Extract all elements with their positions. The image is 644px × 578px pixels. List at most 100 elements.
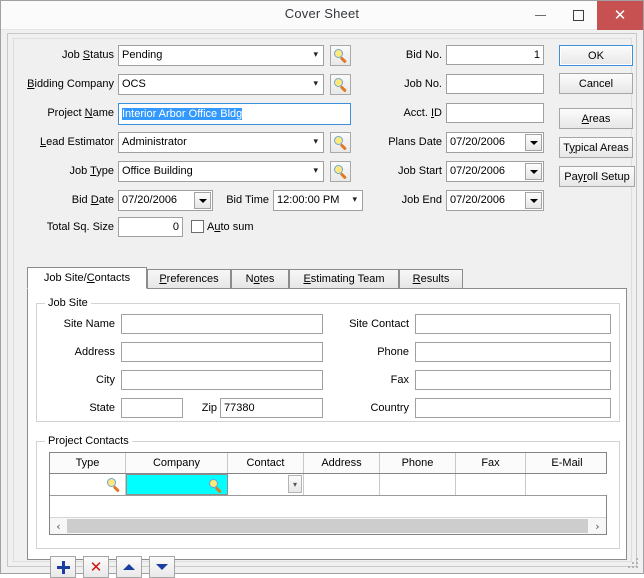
- maximize-button[interactable]: [559, 1, 597, 30]
- tab-estimating-team[interactable]: Estimating Team: [289, 269, 399, 288]
- job-status-lookup-button[interactable]: [330, 45, 351, 66]
- chevron-down-icon[interactable]: ▾: [288, 475, 302, 493]
- close-button[interactable]: ✕: [597, 1, 643, 30]
- job-no-input[interactable]: [446, 74, 544, 94]
- chevron-down-icon: [529, 198, 538, 203]
- total-sq-size-value: 0: [172, 221, 179, 233]
- bidding-company-value: OCS: [122, 78, 146, 90]
- job-status-combo[interactable]: Pending ▾: [118, 45, 324, 66]
- tab-results[interactable]: Results: [399, 269, 463, 288]
- move-row-down-button[interactable]: [149, 556, 175, 578]
- job-start-input[interactable]: 07/20/2006: [446, 161, 544, 182]
- tab-notes-label: Notes: [245, 273, 275, 285]
- tab-job-site-contacts[interactable]: Job Site/Contacts: [27, 267, 147, 289]
- bid-date-label: Bid Date: [71, 194, 114, 206]
- lead-estimator-combo[interactable]: Administrator ▾: [118, 132, 324, 153]
- grid-header-address[interactable]: Address: [304, 453, 380, 473]
- scroll-right-button[interactable]: ›: [589, 518, 606, 534]
- site-name-label: Site Name: [63, 318, 115, 330]
- cancel-button[interactable]: Cancel: [559, 73, 633, 94]
- total-sq-size-input[interactable]: 0: [118, 217, 183, 237]
- grid-cell-type[interactable]: [50, 474, 126, 495]
- grid-header-contact[interactable]: Contact: [228, 453, 304, 473]
- grid-horizontal-scrollbar[interactable]: ‹ ›: [50, 517, 606, 534]
- lead-estimator-lookup-button[interactable]: [330, 132, 351, 153]
- tab-preferences[interactable]: Preferences: [147, 269, 231, 288]
- grid-cell-address[interactable]: [304, 474, 380, 495]
- zip-label: Zip: [201, 402, 217, 414]
- grid-cell-email[interactable]: [526, 474, 608, 495]
- address-label: Address: [74, 346, 115, 358]
- grid-header-phone[interactable]: Phone: [380, 453, 456, 473]
- grid-cell-fax[interactable]: [456, 474, 526, 495]
- lead-estimator-label: Lead Estimator: [40, 136, 114, 148]
- search-icon[interactable]: [209, 479, 223, 494]
- phone-input[interactable]: [415, 342, 611, 362]
- address-input[interactable]: [121, 342, 323, 362]
- job-start-dropdown-button[interactable]: [525, 163, 542, 180]
- grid-cell-phone[interactable]: [380, 474, 456, 495]
- search-icon[interactable]: [107, 478, 121, 493]
- project-name-input[interactable]: Interior Arbor Office Bldg: [118, 103, 351, 125]
- job-start-value: 07/20/2006: [450, 165, 506, 177]
- fax-input[interactable]: [415, 370, 611, 390]
- job-end-input[interactable]: 07/20/2006: [446, 190, 544, 211]
- grid-header-fax[interactable]: Fax: [456, 453, 526, 473]
- move-row-up-button[interactable]: [116, 556, 142, 578]
- grid-header-company[interactable]: Company: [126, 453, 228, 473]
- plans-date-dropdown-button[interactable]: [525, 134, 542, 151]
- tab-notes[interactable]: Notes: [231, 269, 289, 288]
- phone-label: Phone: [377, 346, 409, 358]
- grid-cell-contact[interactable]: ▾: [228, 474, 304, 495]
- bid-date-dropdown-button[interactable]: [194, 192, 211, 209]
- resize-grip[interactable]: [628, 558, 640, 570]
- delete-row-button[interactable]: ✕: [83, 556, 109, 578]
- close-x-icon: ✕: [89, 557, 103, 576]
- grid-cell-company[interactable]: [126, 474, 228, 495]
- project-contacts-group: Project Contacts Type Company Contact Ad…: [36, 435, 620, 549]
- plus-icon: [56, 560, 70, 574]
- add-row-button[interactable]: [50, 556, 76, 578]
- scrollbar-thumb[interactable]: [67, 519, 588, 533]
- job-type-combo[interactable]: Office Building ▾: [118, 161, 324, 182]
- bidding-company-combo[interactable]: OCS ▾: [118, 74, 324, 95]
- areas-button[interactable]: Areas: [559, 108, 633, 129]
- grid-header-type[interactable]: Type: [50, 453, 126, 473]
- bid-time-label: Bid Time: [226, 194, 269, 206]
- job-start-label: Job Start: [397, 165, 442, 177]
- ok-button[interactable]: OK: [559, 45, 633, 66]
- job-no-label: Job No.: [404, 78, 442, 90]
- payroll-setup-button[interactable]: Payroll Setup: [559, 166, 635, 187]
- job-status-value: Pending: [122, 49, 163, 61]
- job-type-lookup-button[interactable]: [330, 161, 351, 182]
- auto-sum-checkbox[interactable]: [191, 220, 204, 233]
- search-icon: [333, 48, 348, 63]
- plans-date-input[interactable]: 07/20/2006: [446, 132, 544, 153]
- search-icon: [333, 164, 348, 179]
- bid-date-input[interactable]: 07/20/2006: [118, 190, 213, 211]
- lead-estimator-value: Administrator: [122, 136, 187, 148]
- project-contacts-grid[interactable]: Type Company Contact Address Phone Fax E…: [49, 452, 608, 535]
- chevron-down-icon: ▾: [352, 195, 357, 205]
- minimize-button[interactable]: [521, 1, 559, 30]
- typical-areas-button[interactable]: Typical Areas: [559, 137, 633, 158]
- bid-no-input[interactable]: 1: [446, 45, 544, 65]
- acct-id-input[interactable]: [446, 103, 544, 123]
- state-input[interactable]: [121, 398, 183, 418]
- bid-time-combo[interactable]: 12:00:00 PM ▾: [273, 190, 363, 211]
- typical-areas-button-label: Typical Areas: [563, 141, 629, 154]
- bidding-company-lookup-button[interactable]: [330, 74, 351, 95]
- grid-header-row: Type Company Contact Address Phone Fax E…: [50, 453, 606, 474]
- ok-button-label: OK: [588, 49, 604, 62]
- country-input[interactable]: [415, 398, 611, 418]
- zip-input[interactable]: 77380: [220, 398, 323, 418]
- job-end-dropdown-button[interactable]: [525, 192, 542, 209]
- chevron-down-icon: ▾: [313, 79, 318, 89]
- table-row[interactable]: ▾: [50, 474, 608, 496]
- city-input[interactable]: [121, 370, 323, 390]
- site-contact-input[interactable]: [415, 314, 611, 334]
- grid-header-email[interactable]: E-Mail: [526, 453, 608, 473]
- scroll-left-button[interactable]: ‹: [50, 518, 67, 534]
- cover-sheet-window: Cover Sheet ✕ Job Status Pending ▾ Biddi…: [0, 0, 644, 578]
- site-name-input[interactable]: [121, 314, 323, 334]
